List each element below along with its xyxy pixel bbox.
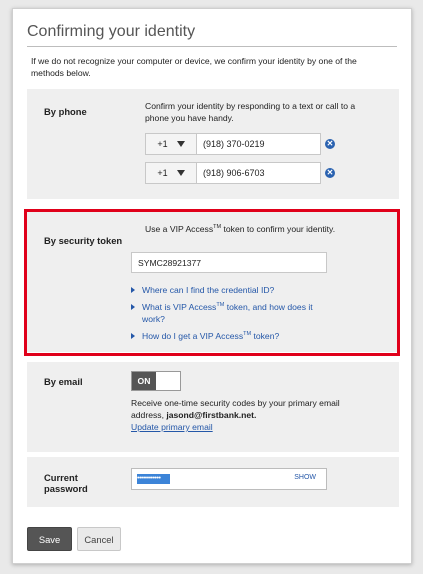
country-code-label: +1 — [157, 139, 168, 149]
email-section-label: By email — [44, 376, 83, 387]
phone-number-input[interactable]: (918) 906-6703 — [197, 162, 321, 184]
country-code-label: +1 — [157, 168, 168, 178]
remove-circle-icon[interactable]: ✕ — [325, 139, 335, 149]
show-password-button[interactable]: SHOW — [294, 474, 316, 481]
phone-section: By phone Confirm your identity by respon… — [27, 89, 399, 199]
update-email-link[interactable]: Update primary email — [131, 422, 213, 432]
phone-row-2: +1 (918) 906-6703 — [145, 162, 321, 184]
email-toggle[interactable]: ON — [131, 371, 181, 391]
email-address: jasond@firstbank.net. — [166, 410, 257, 420]
caret-down-icon — [176, 170, 185, 176]
remove-circle-icon[interactable]: ✕ — [325, 168, 335, 178]
phone-description: Confirm your identity by responding to a… — [145, 101, 356, 123]
current-password-input[interactable]: •••••••••••• SHOW — [131, 468, 327, 490]
password-label: Current password — [44, 472, 88, 494]
country-code-dropdown[interactable]: +1 — [145, 162, 197, 184]
country-code-dropdown[interactable]: +1 — [145, 133, 197, 155]
caret-down-icon — [176, 141, 185, 147]
cancel-button[interactable]: Cancel — [77, 527, 121, 551]
title-divider — [27, 46, 397, 47]
save-button[interactable]: Save — [27, 527, 72, 551]
phone-number-input[interactable]: (918) 370-0219 — [197, 133, 321, 155]
password-mask: •••••••••••• — [137, 474, 170, 484]
page-title: Confirming your identity — [27, 23, 196, 40]
email-description: Receive one-time security codes by your … — [131, 398, 340, 432]
phone-section-label: By phone — [44, 106, 87, 117]
toggle-on-label: ON — [132, 372, 156, 390]
phone-row-1: +1 (918) 370-0219 — [145, 133, 321, 155]
identity-card: Confirming your identity If we do not re… — [12, 8, 412, 564]
highlight-box — [24, 209, 400, 356]
intro-text: If we do not recognize your computer or … — [31, 56, 357, 78]
